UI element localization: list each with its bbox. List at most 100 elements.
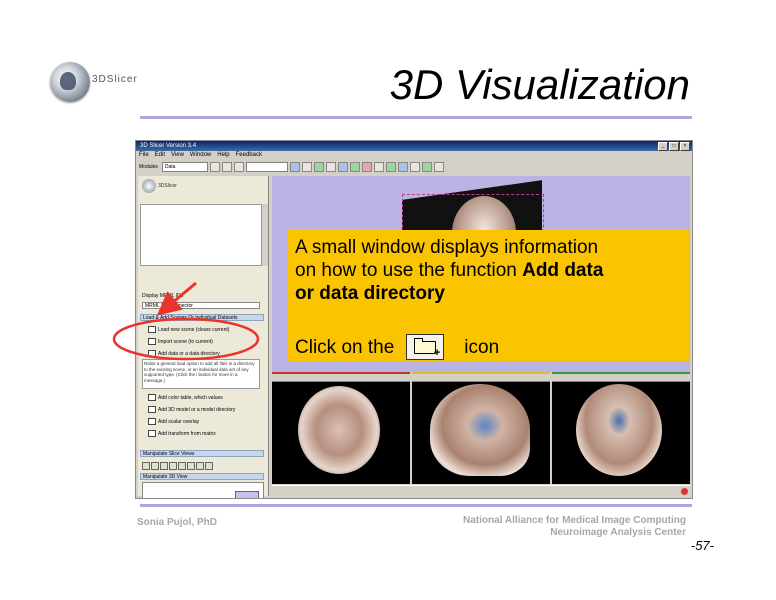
toolbar-save-button[interactable] xyxy=(301,162,312,172)
display-mrml-ids-checkbox[interactable]: Display MRML IDs xyxy=(142,293,183,299)
import-scene-icon xyxy=(148,338,156,345)
menu-help[interactable]: Help xyxy=(217,151,229,159)
add-data-item[interactable]: Add data or a data directory xyxy=(148,350,220,357)
add-color-table-label: Add color table, which values xyxy=(158,394,223,401)
module-panel: 3DSlicer Display MRML IDs MRML Tree Insp… xyxy=(138,176,269,498)
toolbar-tool-button-2[interactable] xyxy=(349,162,360,172)
toolbar-search-field[interactable] xyxy=(245,162,288,172)
slice-views xyxy=(272,372,690,484)
page-number: -57- xyxy=(690,538,714,553)
callout-click-instruction: Click on the + icon xyxy=(295,334,499,360)
axial-slice-view[interactable] xyxy=(272,372,410,484)
inspector-select[interactable]: MRML Tree Inspector xyxy=(142,302,260,309)
add-overlay-item[interactable]: Add scalar overlay xyxy=(148,418,199,425)
section-3d-view[interactable]: Manipulate 3D View xyxy=(140,473,264,480)
sagittal-slice-view[interactable] xyxy=(412,372,550,484)
app-titlebar: 3D Slicer Version 3.4 _ □ × xyxy=(136,141,692,151)
toolbar-forward-button[interactable] xyxy=(221,162,232,172)
section-slice-views[interactable]: Manipulate Slice Views xyxy=(140,450,264,457)
toolbar-home-button[interactable] xyxy=(233,162,244,172)
add-model-item[interactable]: Add 3D model or a model directory xyxy=(148,406,235,413)
callout-line-1: A small window displays information xyxy=(295,237,599,258)
slice-tool-8[interactable] xyxy=(205,462,213,470)
close-button[interactable]: × xyxy=(680,142,690,151)
slice-tool-6[interactable] xyxy=(187,462,195,470)
color-table-icon xyxy=(148,394,156,401)
3d-view-thumbnail[interactable] xyxy=(235,491,259,498)
slicer-logo-icon xyxy=(50,62,90,102)
sagittal-brain-image xyxy=(430,384,530,476)
load-scene-icon xyxy=(148,326,156,333)
load-scene-item[interactable]: Load new scene (clears current) xyxy=(148,326,229,333)
menu-view[interactable]: View xyxy=(171,151,184,159)
app-toolbar: Modules Data xyxy=(136,159,692,175)
click-suffix: icon xyxy=(464,336,500,358)
coronal-slice-view[interactable] xyxy=(552,372,690,484)
app-menubar: File Edit View Window Help Feedback xyxy=(136,151,692,159)
toolbar-back-button[interactable] xyxy=(209,162,220,172)
add-data-folder-icon xyxy=(148,350,156,357)
mrml-tree-scrollbar[interactable] xyxy=(261,204,268,266)
error-log-icon[interactable] xyxy=(681,488,688,495)
slice-tool-5[interactable] xyxy=(178,462,186,470)
slice-tool-4[interactable] xyxy=(169,462,177,470)
toolbar-tool-button-4[interactable] xyxy=(373,162,384,172)
overlay-icon xyxy=(148,418,156,425)
section-load-add[interactable]: Load & Add Scenes Or Individual Datasets xyxy=(140,314,264,321)
toolbar-tool-button-8[interactable] xyxy=(421,162,432,172)
panel-logo-icon xyxy=(142,179,156,193)
mrml-tree-area xyxy=(140,204,262,266)
logo-text: 3DSlicer xyxy=(92,74,138,85)
add-data-folder-icon-large: + xyxy=(406,334,445,360)
toolbar-tool-button-3[interactable] xyxy=(361,162,372,172)
coronal-brain-image xyxy=(576,384,662,476)
slicer-logo: 3DSlicer xyxy=(46,62,166,106)
menu-edit[interactable]: Edit xyxy=(155,151,165,159)
add-model-label: Add 3D model or a model directory xyxy=(158,406,236,413)
add-transform-item[interactable]: Add transform from matrix xyxy=(148,430,216,437)
panel-logo-text: 3DSlicer xyxy=(158,183,177,189)
import-scene-item[interactable]: Import scene (to current) xyxy=(148,338,213,345)
toolbar-load-button[interactable] xyxy=(289,162,300,172)
add-data-label: Add data or a data directory xyxy=(158,350,220,357)
add-color-table-item[interactable]: Add color table, which values xyxy=(148,394,223,401)
toolbar-tool-button-7[interactable] xyxy=(409,162,420,172)
minimize-button[interactable]: _ xyxy=(658,142,668,151)
plus-icon: + xyxy=(433,347,441,359)
toolbar-tool-button-5[interactable] xyxy=(385,162,396,172)
toolbar-tool-button-6[interactable] xyxy=(397,162,408,172)
load-scene-label: Load new scene (clears current) xyxy=(158,326,230,333)
sagittal-slice-bar[interactable] xyxy=(412,372,550,382)
callout-line-3: or data directory xyxy=(295,283,445,304)
coronal-slice-bar[interactable] xyxy=(552,372,690,382)
slice-tool-1[interactable] xyxy=(142,462,150,470)
menu-window[interactable]: Window xyxy=(190,151,211,159)
toolbar-layout-button[interactable] xyxy=(313,162,324,172)
callout-line-2-text: on how to use the function xyxy=(295,260,523,281)
import-scene-label: Import scene (to current) xyxy=(158,338,213,345)
affiliation: National Alliance for Medical Image Comp… xyxy=(463,515,686,539)
info-callout: A small window displays information on h… xyxy=(287,230,689,361)
model-icon xyxy=(148,406,156,413)
maximize-button[interactable]: □ xyxy=(669,142,679,151)
3d-view-controls xyxy=(142,482,264,498)
axial-slice-bar[interactable] xyxy=(272,372,410,382)
click-prefix: Click on the xyxy=(295,336,395,358)
slice-tool-3[interactable] xyxy=(160,462,168,470)
add-transform-label: Add transform from matrix xyxy=(158,430,216,437)
bottom-rule xyxy=(140,504,692,507)
slice-tool-2[interactable] xyxy=(151,462,159,470)
app-window-title: 3D Slicer Version 3.4 xyxy=(140,143,197,149)
toolbar-tool-button-9[interactable] xyxy=(433,162,444,172)
add-data-description: Raise a general load option to add all f… xyxy=(142,359,260,389)
callout-line-2: on how to use the function Add data xyxy=(295,259,681,282)
add-overlay-label: Add scalar overlay xyxy=(158,418,200,425)
module-select[interactable]: Data xyxy=(161,162,208,172)
slice-tool-7[interactable] xyxy=(196,462,204,470)
menu-file[interactable]: File xyxy=(139,151,149,159)
modules-label: Modules xyxy=(139,164,158,170)
author-name: Sonia Pujol, PhD xyxy=(137,517,218,528)
toolbar-tool-button-1[interactable] xyxy=(337,162,348,172)
menu-feedback[interactable]: Feedback xyxy=(236,151,262,159)
toolbar-view-button[interactable] xyxy=(325,162,336,172)
